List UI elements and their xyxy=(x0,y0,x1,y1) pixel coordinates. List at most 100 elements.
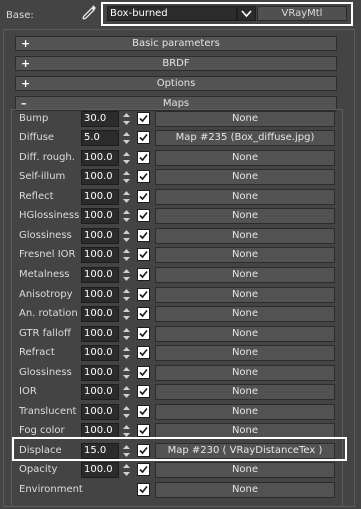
map-row-fresnel-ior: Fresnel IOR 100.0 None xyxy=(0,246,361,265)
map-enable-checkbox[interactable] xyxy=(137,307,150,320)
material-dropdown-button[interactable] xyxy=(237,6,256,21)
map-amount-field[interactable]: 100.0 xyxy=(81,365,119,381)
map-slot-button[interactable]: None xyxy=(155,247,335,263)
map-row-refract: Refract 100.0 None xyxy=(0,344,361,363)
map-enable-checkbox[interactable] xyxy=(137,268,150,281)
map-slot-button[interactable]: None xyxy=(155,111,335,127)
map-row-self-illum: Self-illum 100.0 None xyxy=(0,168,361,187)
map-enable-checkbox[interactable] xyxy=(137,209,150,222)
map-slot-button[interactable]: None xyxy=(155,306,335,322)
spinner-arrows-icon[interactable] xyxy=(122,345,131,361)
map-enable-checkbox[interactable] xyxy=(137,131,150,144)
spinner-arrows-icon[interactable] xyxy=(122,130,131,146)
map-slot-button[interactable]: None xyxy=(155,404,335,420)
map-slot-button[interactable]: None xyxy=(155,267,335,283)
map-enable-checkbox[interactable] xyxy=(137,405,150,418)
rollout-title: Basic parameters xyxy=(132,38,220,49)
rollout-title: BRDF xyxy=(162,58,190,69)
spinner-arrows-icon[interactable] xyxy=(122,150,131,166)
map-enable-checkbox[interactable] xyxy=(137,229,150,242)
map-slot-button[interactable]: None xyxy=(155,287,335,303)
map-slot-button[interactable]: None xyxy=(155,169,335,185)
map-amount-field[interactable]: 100.0 xyxy=(81,287,119,303)
map-slot-button[interactable]: None xyxy=(155,482,335,498)
spinner-arrows-icon[interactable] xyxy=(122,267,131,283)
map-amount-field[interactable]: 100.0 xyxy=(81,169,119,185)
map-slot-button[interactable]: None xyxy=(155,365,335,381)
map-row-ior: IOR 100.0 None xyxy=(0,383,361,402)
spinner-arrows-icon[interactable] xyxy=(122,462,131,478)
map-row-anisotropy: Anisotropy 100.0 None xyxy=(0,286,361,305)
rollout-brdf[interactable]: + BRDF xyxy=(15,56,337,71)
material-name-field[interactable]: Box-burned xyxy=(107,6,237,21)
spinner-arrows-icon[interactable] xyxy=(122,169,131,185)
map-slot-button[interactable]: None xyxy=(155,462,335,478)
map-label: Bump xyxy=(19,113,49,124)
spinner-arrows-icon[interactable] xyxy=(122,326,131,342)
map-enable-checkbox[interactable] xyxy=(137,463,150,476)
map-row-an-rotation: An. rotation 100.0 None xyxy=(0,305,361,324)
map-enable-checkbox[interactable] xyxy=(137,248,150,261)
map-row-reflect: Reflect 100.0 None xyxy=(0,188,361,207)
map-slot-button[interactable]: None xyxy=(155,228,335,244)
map-amount-field[interactable]: 100.0 xyxy=(81,247,119,263)
map-amount-field[interactable]: 100.0 xyxy=(81,384,119,400)
spinner-arrows-icon[interactable] xyxy=(122,384,131,400)
checkmark-icon xyxy=(139,270,148,279)
map-amount-field[interactable]: 100.0 xyxy=(81,306,119,322)
map-enable-checkbox[interactable] xyxy=(137,483,150,496)
material-header: Base: Box-burned VRayMtl xyxy=(0,0,361,30)
map-amount-field[interactable]: 100.0 xyxy=(81,208,119,224)
spinner-arrows-icon[interactable] xyxy=(122,111,131,127)
spinner-arrows-icon[interactable] xyxy=(122,287,131,303)
map-amount-field[interactable]: 100.0 xyxy=(81,326,119,342)
spinner-arrows-icon[interactable] xyxy=(122,208,131,224)
map-amount-field[interactable]: 100.0 xyxy=(81,228,119,244)
map-amount-field[interactable]: 100.0 xyxy=(81,462,119,478)
map-enable-checkbox[interactable] xyxy=(137,288,150,301)
map-row-diff-rough: Diff. rough. 100.0 None xyxy=(0,149,361,168)
map-enable-checkbox[interactable] xyxy=(137,366,150,379)
rollout-options[interactable]: + Options xyxy=(15,76,337,91)
spinner-arrows-icon[interactable] xyxy=(122,228,131,244)
map-slot-button[interactable]: None xyxy=(155,345,335,361)
map-label: Translucent xyxy=(19,406,77,417)
checkmark-icon xyxy=(139,153,148,162)
map-slot-button[interactable]: Map #235 (Box_diffuse.jpg) xyxy=(155,130,335,146)
map-row-metalness: Metalness 100.0 None xyxy=(0,266,361,285)
eyedropper-icon[interactable] xyxy=(81,4,97,22)
map-amount-field[interactable]: 100.0 xyxy=(81,150,119,166)
spinner-arrows-icon[interactable] xyxy=(122,404,131,420)
map-slot-button[interactable]: None xyxy=(155,384,335,400)
checkmark-icon xyxy=(139,192,148,201)
map-amount-field[interactable]: 100.0 xyxy=(81,345,119,361)
spinner-arrows-icon[interactable] xyxy=(122,247,131,263)
map-enable-checkbox[interactable] xyxy=(137,151,150,164)
checkmark-icon xyxy=(139,426,148,435)
map-enable-checkbox[interactable] xyxy=(137,327,150,340)
map-enable-checkbox[interactable] xyxy=(137,170,150,183)
map-slot-button[interactable]: None xyxy=(155,189,335,205)
spinner-arrows-icon[interactable] xyxy=(122,306,131,322)
map-slot-button[interactable]: None xyxy=(155,208,335,224)
map-amount-field[interactable]: 100.0 xyxy=(81,189,119,205)
map-enable-checkbox[interactable] xyxy=(137,112,150,125)
map-label: Diff. rough. xyxy=(19,152,75,163)
map-label: Glossiness xyxy=(19,230,72,241)
checkmark-icon xyxy=(139,172,148,181)
map-amount-field[interactable]: 30.0 xyxy=(81,111,119,127)
map-amount-field[interactable]: 5.0 xyxy=(81,130,119,146)
map-amount-field[interactable]: 100.0 xyxy=(81,404,119,420)
map-enable-checkbox[interactable] xyxy=(137,424,150,437)
checkmark-icon xyxy=(139,309,148,318)
rollout-basic-parameters[interactable]: + Basic parameters xyxy=(15,36,337,51)
spinner-arrows-icon[interactable] xyxy=(122,189,131,205)
map-amount-field[interactable]: 100.0 xyxy=(81,267,119,283)
spinner-arrows-icon[interactable] xyxy=(122,365,131,381)
map-slot-button[interactable]: None xyxy=(155,326,335,342)
map-enable-checkbox[interactable] xyxy=(137,190,150,203)
material-type-button[interactable]: VRayMtl xyxy=(257,6,347,21)
map-enable-checkbox[interactable] xyxy=(137,385,150,398)
map-slot-button[interactable]: None xyxy=(155,150,335,166)
map-enable-checkbox[interactable] xyxy=(137,346,150,359)
